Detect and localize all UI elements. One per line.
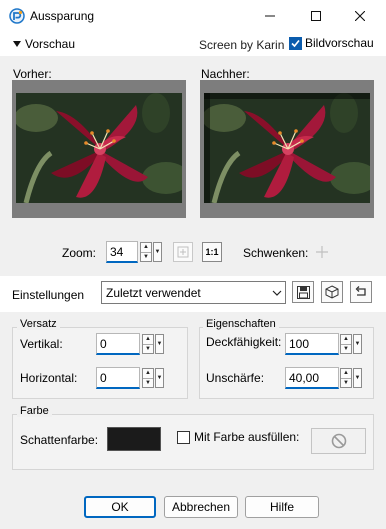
before-label: Vorher: [13, 67, 52, 81]
dropdown-arrow-icon: ▼ [354, 341, 361, 347]
preset-value: Zuletzt verwendet [106, 285, 201, 300]
dice-icon [325, 285, 339, 299]
lily-result-image [204, 93, 370, 203]
bildvorschau-checkbox[interactable]: Bildvorschau [289, 36, 374, 50]
collapse-triangle-icon [13, 41, 21, 47]
chevron-down-icon [272, 290, 282, 296]
spin-down-icon: ▼ [341, 344, 351, 354]
zoom-input[interactable]: 34 [106, 241, 138, 263]
after-preview[interactable] [200, 80, 374, 218]
spin-down-icon: ▼ [143, 344, 153, 354]
dropdown-arrow-icon: ▼ [154, 249, 161, 255]
farbe-title: Farbe [17, 405, 52, 417]
spin-up-icon: ▲ [145, 370, 151, 376]
shadow-color-fill [108, 428, 160, 450]
minimize-button[interactable] [256, 4, 284, 28]
zoom-actual-size-button[interactable]: 1:1 [202, 242, 222, 262]
spin-up-icon: ▲ [343, 336, 349, 342]
zoom-label: Zoom: [62, 246, 97, 260]
cancel-button[interactable]: Abbrechen [164, 496, 238, 518]
versatz-title: Versatz [17, 318, 60, 330]
horizontal-dropdown-button[interactable]: ▼ [155, 368, 164, 388]
fill-color-checkbox[interactable]: Mit Farbe ausfüllen: [177, 430, 299, 444]
random-button[interactable] [321, 281, 343, 303]
credit-text: Screen by Karin [199, 38, 285, 52]
reset-arrow-icon [355, 286, 366, 296]
one-to-one-icon: 1:1 [205, 247, 219, 257]
vertical-label: Vertikal: [20, 337, 63, 351]
lily-image [16, 93, 182, 203]
after-label: Nachher: [201, 67, 250, 81]
shadow-color-swatch[interactable] [107, 427, 161, 451]
vertical-dropdown-button[interactable]: ▼ [155, 334, 164, 354]
minimize-icon [265, 15, 275, 17]
cancel-label: Abbrechen [171, 500, 231, 514]
checkbox-unchecked-icon [177, 430, 190, 444]
save-icon [296, 285, 310, 299]
maximize-button[interactable] [302, 4, 330, 28]
pan-label: Schwenken: [243, 246, 309, 260]
fit-window-icon [177, 246, 189, 258]
reset-button[interactable] [350, 281, 372, 303]
blur-label: Unschärfe: [206, 371, 265, 385]
preview-toggle[interactable]: Vorschau [13, 37, 75, 51]
blur-spinner[interactable]: ▲ ▼ [340, 368, 352, 388]
bildvorschau-label: Bildvorschau [305, 36, 374, 50]
preview-header: Vorschau Screen by Karin Bildvorschau [0, 32, 386, 56]
opacity-label: Deckfähigkeit: [206, 335, 282, 349]
spin-up-icon: ▲ [343, 370, 349, 376]
dropdown-arrow-icon: ▼ [354, 375, 361, 381]
blur-value: 40,00 [289, 370, 320, 385]
maximize-icon [311, 11, 321, 21]
horizontal-input[interactable]: 0 [96, 367, 140, 389]
help-button[interactable]: Hilfe [245, 496, 319, 518]
save-preset-button[interactable] [292, 281, 314, 303]
help-label: Hilfe [269, 500, 294, 514]
zoom-value: 34 [110, 244, 124, 259]
preset-combobox[interactable]: Zuletzt verwendet [101, 281, 286, 304]
title-bar: Aussparung [0, 0, 386, 32]
no-color-icon [331, 433, 346, 449]
spin-down-icon: ▼ [341, 378, 351, 388]
ok-label: OK [111, 500, 129, 514]
eigenschaften-title: Eigenschaften [203, 318, 279, 330]
blur-dropdown-button[interactable]: ▼ [353, 368, 362, 388]
dropdown-arrow-icon: ▼ [156, 375, 163, 381]
horizontal-value: 0 [100, 370, 107, 385]
zoom-spinner[interactable]: ▲ ▼ [140, 242, 152, 262]
fill-color-swatch[interactable] [311, 428, 366, 454]
settings-label: Einstellungen [12, 288, 85, 302]
dialog-body: Vorschau Screen by Karin Bildvorschau Vo… [0, 32, 386, 529]
paintshop-app-icon [9, 8, 25, 24]
spin-up-icon: ▲ [145, 336, 151, 342]
zoom-dropdown-button[interactable]: ▼ [153, 242, 162, 262]
preview-toggle-label: Vorschau [25, 37, 76, 51]
before-preview[interactable] [12, 80, 186, 218]
vertical-value: 0 [100, 336, 107, 351]
shadow-color-label: Schattenfarbe: [20, 433, 99, 447]
blur-input[interactable]: 40,00 [285, 367, 339, 389]
spin-up-icon: ▲ [143, 244, 149, 250]
spin-down-icon: ▼ [141, 252, 151, 262]
horizontal-spinner[interactable]: ▲ ▼ [142, 368, 154, 388]
fill-color-label: Mit Farbe ausfüllen: [194, 430, 300, 444]
opacity-value: 100 [289, 336, 310, 351]
vertical-spinner[interactable]: ▲ ▼ [142, 334, 154, 354]
zoom-fit-button[interactable] [173, 242, 193, 262]
close-icon [355, 11, 365, 21]
dropdown-arrow-icon: ▼ [156, 341, 163, 347]
opacity-dropdown-button[interactable]: ▼ [353, 334, 362, 354]
spin-down-icon: ▼ [143, 378, 153, 388]
opacity-input[interactable]: 100 [285, 333, 339, 355]
close-button[interactable] [346, 4, 374, 28]
vertical-input[interactable]: 0 [96, 333, 140, 355]
ok-button[interactable]: OK [84, 496, 156, 518]
pan-button[interactable] [312, 242, 332, 262]
pan-move-icon [316, 246, 328, 258]
horizontal-label: Horizontal: [20, 371, 78, 385]
window-title: Aussparung [30, 9, 95, 23]
opacity-spinner[interactable]: ▲ ▼ [340, 334, 352, 354]
checkbox-checked-icon [289, 36, 302, 50]
